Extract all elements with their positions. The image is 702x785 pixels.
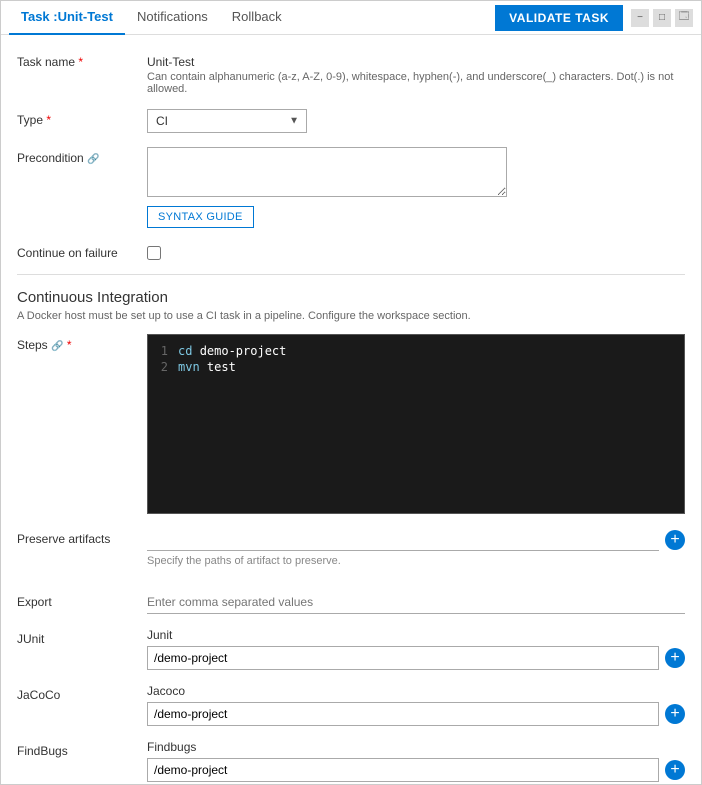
tab-task[interactable]: Task :Unit-Test [9, 1, 125, 35]
preserve-artifacts-content: + Specify the paths of artifact to prese… [147, 528, 685, 577]
type-select-wrapper: CI Deploy Test Build ▼ [147, 109, 307, 133]
tab-rollback-label: Rollback [232, 9, 282, 24]
code-line-1: 1 cd demo-project [148, 343, 684, 359]
precondition-label: Precondition 🔗 [17, 147, 147, 165]
junit-sub-field-row: + [147, 646, 685, 670]
preserve-artifacts-hint: Specify the paths of artifact to preserv… [147, 555, 685, 567]
export-content [147, 591, 685, 614]
code-line-2: 2 mvn test [148, 359, 684, 375]
type-row: Type * CI Deploy Test Build ▼ [17, 109, 685, 133]
artifact-row: + [147, 528, 685, 551]
type-content: CI Deploy Test Build ▼ [147, 109, 685, 133]
jacoco-label: JaCoCo [17, 684, 147, 702]
tab-notifications-label: Notifications [137, 9, 208, 24]
findbugs-label: FindBugs [17, 740, 147, 758]
add-artifact-button[interactable]: + [665, 530, 685, 550]
precondition-link-icon[interactable]: 🔗 [87, 154, 99, 165]
required-indicator: * [78, 55, 83, 69]
add-jacoco-button[interactable]: + [665, 704, 685, 724]
add-findbugs-button[interactable]: + [665, 760, 685, 780]
continue-on-failure-label: Continue on failure [17, 242, 147, 260]
preserve-artifacts-input[interactable] [147, 528, 659, 551]
type-select[interactable]: CI Deploy Test Build [147, 109, 307, 133]
tab-notifications[interactable]: Notifications [125, 1, 220, 35]
junit-row: JUnit Junit + [17, 628, 685, 670]
jacoco-row: JaCoCo Jacoco + [17, 684, 685, 726]
task-name-value: Unit-Test [147, 51, 685, 69]
code-arg-2: test [207, 360, 236, 374]
continue-on-failure-row: Continue on failure [17, 242, 685, 260]
code-arg-1: demo-project [200, 344, 287, 358]
line-content-2: mvn test [178, 360, 236, 374]
tab-task-label: Task :Unit-Test [21, 9, 113, 24]
precondition-content: SYNTAX GUIDE [147, 147, 685, 228]
add-junit-button[interactable]: + [665, 648, 685, 668]
code-keyword-2: mvn [178, 360, 200, 374]
steps-link-icon[interactable]: 🔗 [51, 341, 63, 352]
tab-rollback[interactable]: Rollback [220, 1, 294, 35]
maximize-button[interactable]: □ [653, 9, 671, 27]
findbugs-content: Findbugs + [147, 740, 685, 782]
validate-task-button[interactable]: VALIDATE TASK [495, 5, 623, 31]
line-num-2: 2 [148, 360, 178, 374]
steps-label-wrapper: Steps 🔗 * [17, 334, 147, 352]
line-content-1: cd demo-project [178, 344, 286, 358]
task-name-hint: Can contain alphanumeric (a-z, A-Z, 0-9)… [147, 71, 685, 95]
header: Task :Unit-Test Notifications Rollback V… [1, 1, 701, 35]
type-required: * [46, 113, 51, 127]
findbugs-sub-field-row: + [147, 758, 685, 782]
form-content: Task name * Unit-Test Can contain alphan… [1, 35, 701, 784]
task-name-content: Unit-Test Can contain alphanumeric (a-z,… [147, 51, 685, 95]
type-label: Type * [17, 109, 147, 127]
section-desc: A Docker host must be set up to use a CI… [17, 310, 685, 322]
minimize-button[interactable]: − [631, 9, 649, 27]
findbugs-sub-label: Findbugs [147, 740, 685, 754]
jacoco-input[interactable] [147, 702, 659, 726]
steps-required: * [67, 338, 72, 352]
continue-on-failure-checkbox[interactable] [147, 246, 161, 260]
junit-input[interactable] [147, 646, 659, 670]
section-divider [17, 274, 685, 275]
jacoco-sub-label: Jacoco [147, 684, 685, 698]
junit-label: JUnit [17, 628, 147, 646]
steps-row: Steps 🔗 * 1 cd demo-project 2 [17, 334, 685, 514]
line-num-1: 1 [148, 344, 178, 358]
main-window: Task :Unit-Test Notifications Rollback V… [0, 0, 702, 785]
steps-content: 1 cd demo-project 2 mvn test [147, 334, 685, 514]
findbugs-input[interactable] [147, 758, 659, 782]
close-button[interactable]: 🗔 [675, 9, 693, 27]
junit-sub-label: Junit [147, 628, 685, 642]
precondition-row: Precondition 🔗 SYNTAX GUIDE [17, 147, 685, 228]
preserve-artifacts-row: Preserve artifacts + Specify the paths o… [17, 528, 685, 577]
continue-on-failure-content [147, 242, 685, 260]
jacoco-content: Jacoco + [147, 684, 685, 726]
export-row: Export [17, 591, 685, 614]
findbugs-row: FindBugs Findbugs + [17, 740, 685, 782]
jacoco-sub-field-row: + [147, 702, 685, 726]
junit-content: Junit + [147, 628, 685, 670]
precondition-textarea[interactable] [147, 147, 507, 197]
steps-code-editor[interactable]: 1 cd demo-project 2 mvn test [147, 334, 685, 514]
syntax-guide-button[interactable]: SYNTAX GUIDE [147, 206, 254, 228]
window-controls: − □ 🗔 [631, 9, 693, 27]
section-title: Continuous Integration [17, 289, 685, 306]
preserve-artifacts-label: Preserve artifacts [17, 528, 147, 546]
task-name-label: Task name * [17, 51, 147, 69]
code-keyword-1: cd [178, 344, 192, 358]
export-input[interactable] [147, 591, 685, 614]
export-label: Export [17, 591, 147, 609]
task-name-row: Task name * Unit-Test Can contain alphan… [17, 51, 685, 95]
